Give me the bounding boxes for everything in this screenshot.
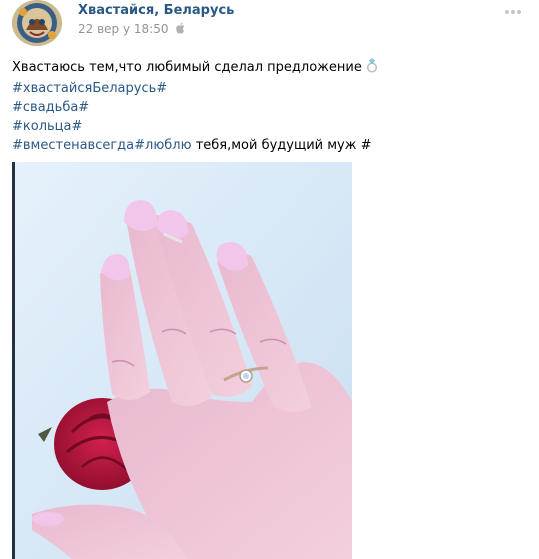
post-text-line: #кольца# [12, 117, 522, 136]
apple-icon [176, 22, 186, 37]
post-text-line: #хвастайсяБеларусь# [12, 79, 522, 98]
post-text-segment: тебя,мой будущий муж # [191, 138, 372, 153]
post-text-segment: Хвастаюсь тем,что любимый сделал предлож… [12, 60, 362, 75]
post-date-link[interactable]: 22 вер у 18:50 [78, 22, 168, 36]
hashtag-link[interactable]: #хвастайсяБеларусь# [12, 81, 167, 96]
wall-post: Хвастайся, Беларусь 22 вер у 18:50 Хваст… [0, 0, 539, 559]
hashtag-link[interactable]: #кольца# [12, 119, 82, 134]
more-dots-icon[interactable] [503, 4, 523, 18]
hashtag-link[interactable]: #свадьба# [12, 100, 89, 115]
post-text-line: #вместенавсегда#люблю тебя,мой будущий м… [12, 136, 522, 155]
hand-with-ring-image [12, 162, 352, 559]
post-text-line: #свадьба# [12, 98, 522, 117]
post-text-line: Хвастаюсь тем,что любимый сделал предлож… [12, 58, 522, 79]
post-text: Хвастаюсь тем,что любимый сделал предлож… [12, 58, 522, 155]
post-photo[interactable] [12, 162, 352, 559]
avatar-image [12, 0, 62, 46]
author-avatar[interactable] [12, 0, 62, 46]
hashtag-link[interactable]: #вместенавсегда#люблю [12, 138, 192, 153]
author-name-link[interactable]: Хвастайся, Беларусь [78, 3, 234, 18]
post-meta: 22 вер у 18:50 [78, 22, 186, 37]
ring-emoji-icon [365, 58, 379, 79]
